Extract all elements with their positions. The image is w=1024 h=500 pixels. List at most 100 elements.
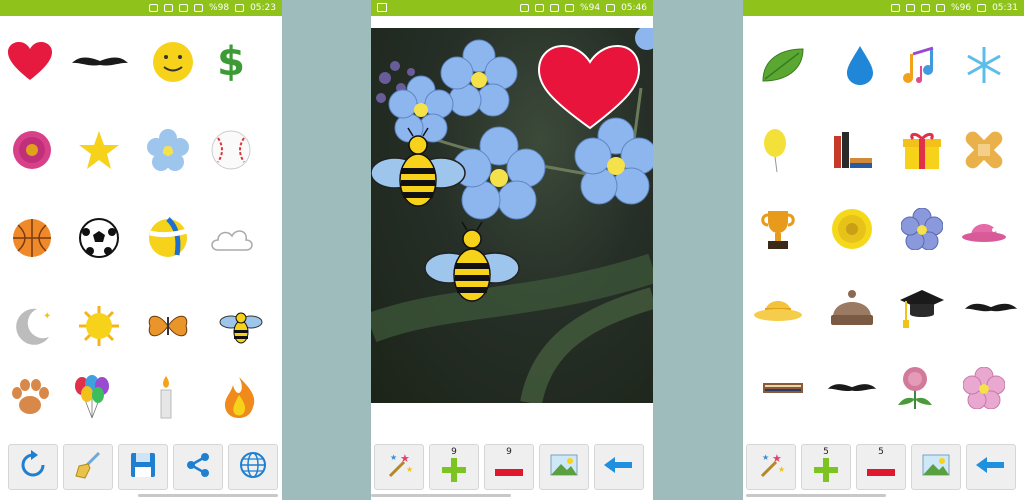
- battery-icon: [606, 4, 616, 12]
- star-sticker[interactable]: [64, 115, 134, 185]
- back-arrow-icon: [976, 455, 1006, 479]
- battery-text: %96: [951, 3, 972, 13]
- plus-button[interactable]: 9: [429, 444, 479, 490]
- mustache-sticker-2[interactable]: [817, 353, 887, 423]
- plus-icon: [813, 457, 839, 487]
- minus-count: 5: [878, 447, 884, 457]
- globe-icon: [238, 450, 268, 484]
- gift-sticker[interactable]: [887, 115, 957, 185]
- butterfly-sticker[interactable]: [133, 291, 203, 361]
- wifi-icon: [179, 4, 189, 12]
- back-arrow-icon: [604, 455, 634, 479]
- status-bar: %94 05:46: [371, 0, 653, 16]
- svg-text:★: ★: [778, 465, 785, 474]
- status-bar: %98 05:23: [0, 0, 282, 16]
- notification-icon: [377, 3, 387, 12]
- cloud-sticker[interactable]: [196, 203, 266, 273]
- wifi-icon: [550, 4, 560, 12]
- alarm-icon: [535, 4, 545, 12]
- clover-flower-sticker[interactable]: [880, 353, 950, 423]
- plus-count: 5: [823, 447, 829, 457]
- back-button[interactable]: [966, 444, 1016, 490]
- flame-sticker[interactable]: [204, 362, 274, 432]
- plus-icon: [441, 457, 467, 487]
- straw-hat-sticker[interactable]: [743, 273, 813, 343]
- music-notes-sticker[interactable]: [887, 30, 957, 100]
- image-button[interactable]: [539, 444, 589, 490]
- purple-flower-sticker[interactable]: [887, 194, 957, 264]
- magic-button[interactable]: ★ ★ ★: [374, 444, 424, 490]
- save-button[interactable]: [118, 444, 168, 490]
- battery-icon: [977, 4, 987, 12]
- candle-sticker[interactable]: [131, 362, 201, 432]
- screen-photo-editor: %94 05:46 ★ ★ ★ 9 9: [371, 0, 653, 500]
- beanie-sticker[interactable]: [817, 273, 887, 343]
- book-sticker[interactable]: [748, 353, 818, 423]
- yellow-balloon-sticker[interactable]: [743, 115, 810, 185]
- image-button[interactable]: [911, 444, 961, 490]
- bandage-sticker[interactable]: [949, 115, 1019, 185]
- bottom-toolbar: ★ ★ ★ 5 5: [743, 444, 1024, 492]
- books-sticker[interactable]: [817, 115, 887, 185]
- volleyball-sticker[interactable]: [133, 203, 203, 273]
- pink-hat-sticker[interactable]: [949, 194, 1019, 264]
- screen-sticker-picker-1: %98 05:23 $ ✦: [0, 0, 282, 500]
- plus-button[interactable]: 5: [801, 444, 851, 490]
- trophy-sticker[interactable]: [743, 194, 813, 264]
- blue-flower-sticker[interactable]: [133, 115, 203, 185]
- svg-text:✦: ✦: [43, 311, 51, 322]
- share-button[interactable]: [173, 444, 223, 490]
- svg-text:★: ★: [772, 452, 782, 465]
- mute-icon: [891, 4, 901, 12]
- image-icon: [549, 452, 579, 482]
- moon-sticker[interactable]: ✦: [0, 291, 67, 361]
- mustache-sticker[interactable]: [956, 273, 1024, 343]
- pink-blossom-sticker[interactable]: [949, 353, 1019, 423]
- clock: 05:23: [250, 3, 276, 13]
- svg-text:★: ★: [406, 465, 413, 474]
- balloons-sticker[interactable]: [57, 362, 127, 432]
- yellow-flower-sticker[interactable]: [817, 194, 887, 264]
- dollar-sticker[interactable]: $: [196, 27, 266, 97]
- soccer-ball-sticker[interactable]: [64, 203, 134, 273]
- web-button[interactable]: [228, 444, 278, 490]
- water-drop-sticker[interactable]: [825, 30, 895, 100]
- pink-flower-sticker[interactable]: [0, 115, 67, 185]
- dollar-glyph: $: [217, 39, 245, 85]
- snowflake-sticker[interactable]: [949, 30, 1019, 100]
- wifi-icon: [921, 4, 931, 12]
- alarm-icon: [906, 4, 916, 12]
- baseball-sticker[interactable]: [196, 115, 266, 185]
- magic-button[interactable]: ★ ★ ★: [746, 444, 796, 490]
- signal-icon: [936, 4, 946, 12]
- graduation-cap-sticker[interactable]: [887, 273, 957, 343]
- back-button[interactable]: [594, 444, 644, 490]
- signal-icon: [194, 4, 204, 12]
- battery-icon: [235, 4, 245, 12]
- share-icon: [183, 450, 213, 484]
- paw-sticker[interactable]: [0, 362, 65, 432]
- mustache-sticker[interactable]: [65, 27, 135, 97]
- photo-canvas[interactable]: [371, 28, 653, 403]
- rotate-button[interactable]: [8, 444, 58, 490]
- image-icon: [921, 452, 951, 482]
- battery-text: %98: [209, 3, 230, 13]
- bee-sticker[interactable]: [206, 291, 276, 361]
- svg-text:★: ★: [400, 452, 410, 465]
- minus-icon: [867, 463, 895, 482]
- basketball-sticker[interactable]: [0, 203, 67, 273]
- minus-button[interactable]: 5: [856, 444, 906, 490]
- leaf-sticker[interactable]: [748, 30, 818, 100]
- nav-gesture-bar: [371, 494, 511, 497]
- nav-gesture-bar: [138, 494, 278, 497]
- svg-text:★: ★: [390, 453, 397, 462]
- rotate-icon: [18, 450, 48, 484]
- alarm-icon: [164, 4, 174, 12]
- sun-sticker[interactable]: [64, 291, 134, 361]
- heart-sticker[interactable]: [0, 27, 65, 97]
- battery-text: %94: [580, 3, 601, 13]
- minus-button[interactable]: 9: [484, 444, 534, 490]
- clear-button[interactable]: [63, 444, 113, 490]
- clock: 05:31: [992, 3, 1018, 13]
- status-bar: %96 05:31: [743, 0, 1024, 16]
